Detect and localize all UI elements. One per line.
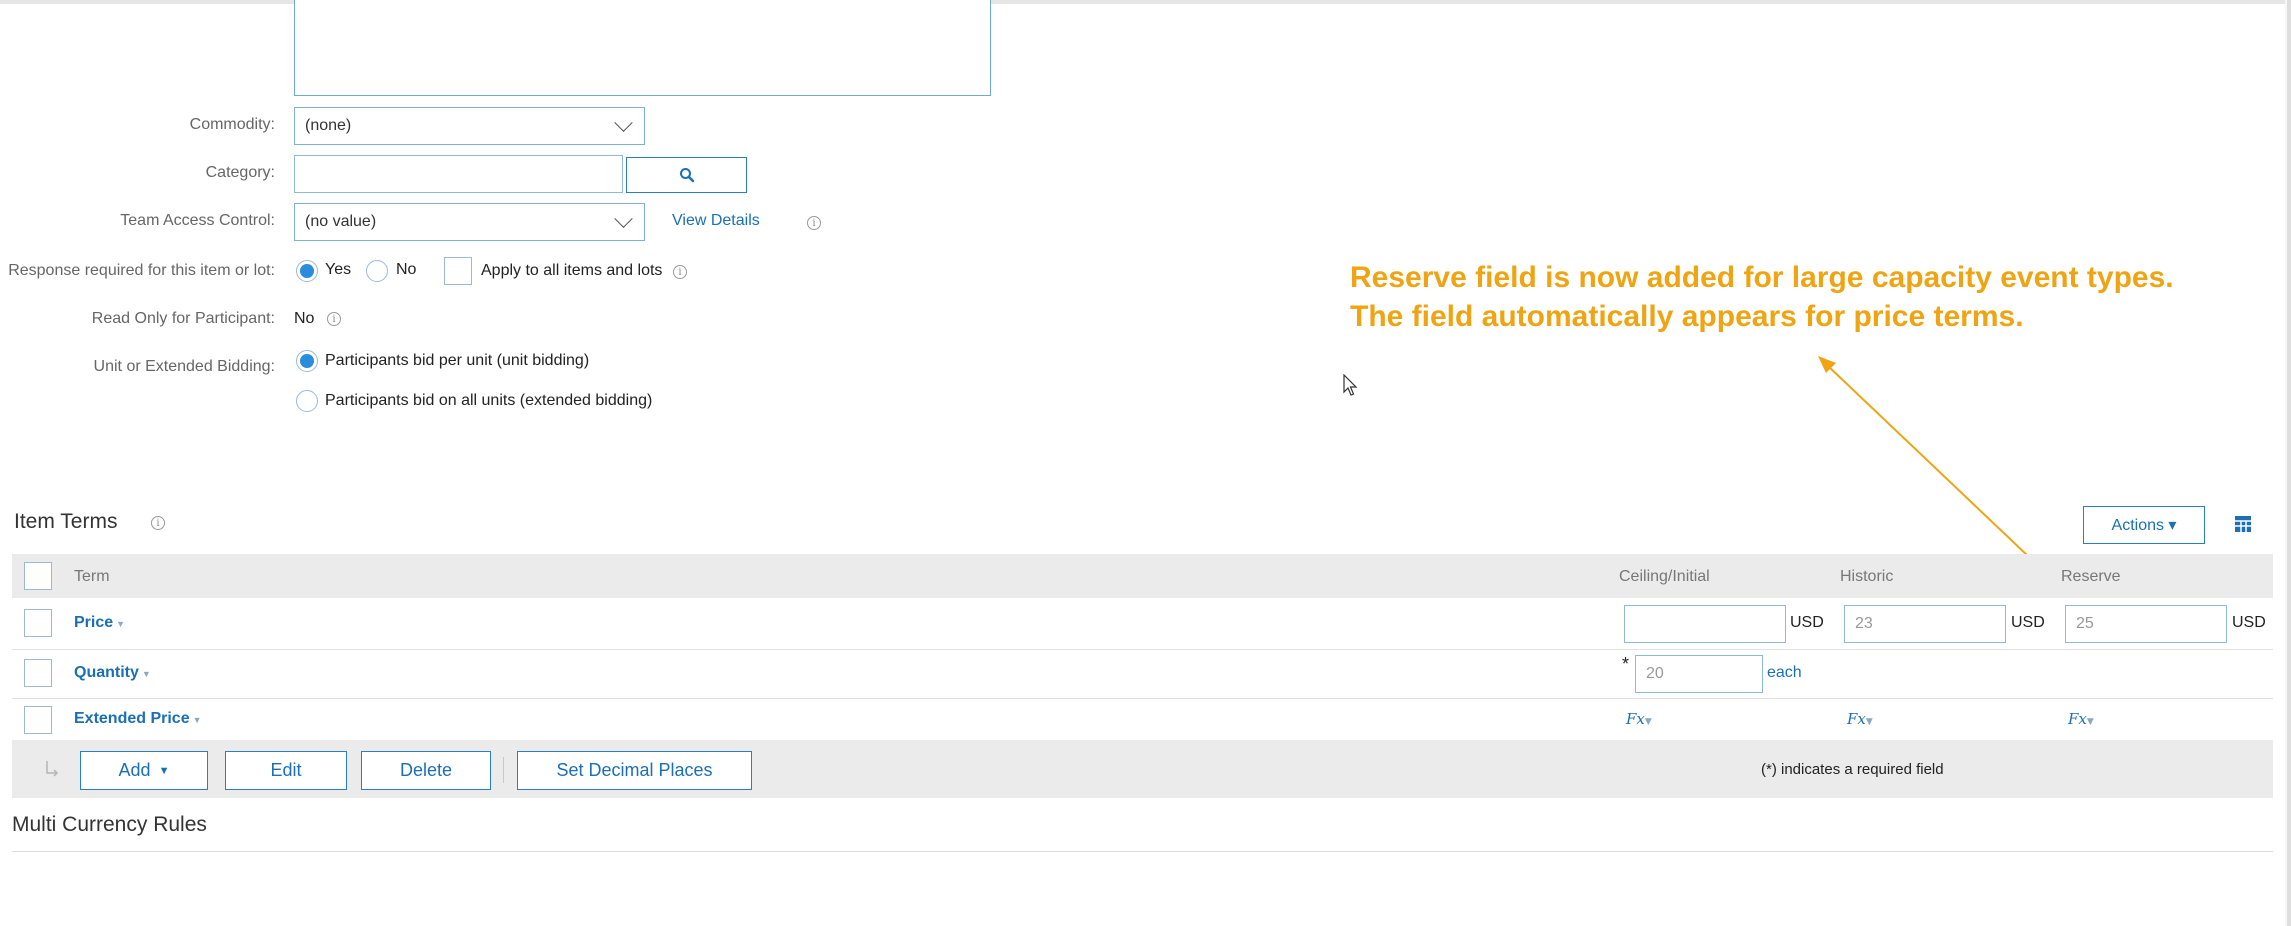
term-price-link[interactable]: Price ▼ (74, 614, 125, 632)
row-divider (12, 698, 2273, 699)
caret-down-icon: ▼ (158, 764, 170, 777)
section-divider (12, 851, 2273, 852)
price-ceiling-input[interactable] (1624, 605, 1786, 643)
column-reserve: Reserve (2061, 568, 2121, 585)
item-terms-title: Item Terms (14, 510, 118, 533)
edit-button[interactable]: Edit (225, 751, 347, 790)
actions-button[interactable]: Actions ▾ (2083, 506, 2205, 544)
historic-formula-button[interactable]: Fx▼ (1847, 710, 1873, 728)
quantity-unit-link[interactable]: each (1767, 664, 1802, 682)
price-historic-input[interactable]: 23 (1844, 605, 2006, 643)
multi-currency-title: Multi Currency Rules (12, 813, 207, 836)
price-reserve-unit: USD (2232, 614, 2266, 631)
table-header (12, 554, 2273, 598)
term-extended-price-link[interactable]: Extended Price ▼ (74, 710, 202, 728)
button-separator (503, 757, 504, 783)
child-arrow-icon (46, 761, 59, 777)
term-quantity-label: Quantity (74, 664, 139, 681)
set-decimal-places-button[interactable]: Set Decimal Places (517, 751, 752, 790)
row-checkbox[interactable] (24, 609, 52, 637)
info-icon[interactable]: i (151, 516, 165, 530)
formula-icon: Fx (1847, 710, 1866, 728)
term-extended-price-label: Extended Price (74, 710, 190, 727)
required-marker: * (1622, 654, 1630, 674)
row-checkbox[interactable] (24, 706, 52, 734)
row-divider (12, 649, 2273, 650)
formula-icon: Fx (1626, 710, 1645, 728)
add-button[interactable]: Add ▼ (80, 751, 208, 790)
term-price-label: Price (74, 614, 114, 631)
reserve-formula-button[interactable]: Fx▼ (2068, 710, 2094, 728)
price-reserve-input[interactable]: 25 (2065, 605, 2227, 643)
price-historic-unit: USD (2011, 614, 2045, 631)
caret-down-icon: ▼ (116, 619, 126, 629)
select-all-checkbox[interactable] (24, 562, 52, 590)
caret-down-icon: ▼ (192, 715, 202, 725)
required-field-note: (*) indicates a required field (1761, 761, 1944, 778)
caret-down-icon: ▼ (1644, 717, 1652, 727)
column-historic: Historic (1840, 568, 1894, 585)
delete-button[interactable]: Delete (361, 751, 491, 790)
column-ceiling: Ceiling/Initial (1619, 568, 1710, 585)
row-checkbox[interactable] (24, 659, 52, 687)
quantity-ceiling-input[interactable]: 20 (1635, 655, 1763, 693)
column-term: Term (74, 568, 110, 585)
caret-down-icon: ▼ (1865, 717, 1873, 727)
caret-down-icon: ▼ (2086, 717, 2094, 727)
price-ceiling-unit: USD (1790, 614, 1824, 631)
term-quantity-link[interactable]: Quantity ▼ (74, 664, 151, 682)
table-options-icon[interactable] (2234, 515, 2252, 533)
add-button-label: Add (118, 760, 151, 780)
mouse-cursor-icon (1343, 374, 1358, 396)
caret-down-icon: ▼ (141, 669, 151, 679)
formula-icon: Fx (2068, 710, 2087, 728)
ceiling-formula-button[interactable]: Fx▼ (1626, 710, 1652, 728)
